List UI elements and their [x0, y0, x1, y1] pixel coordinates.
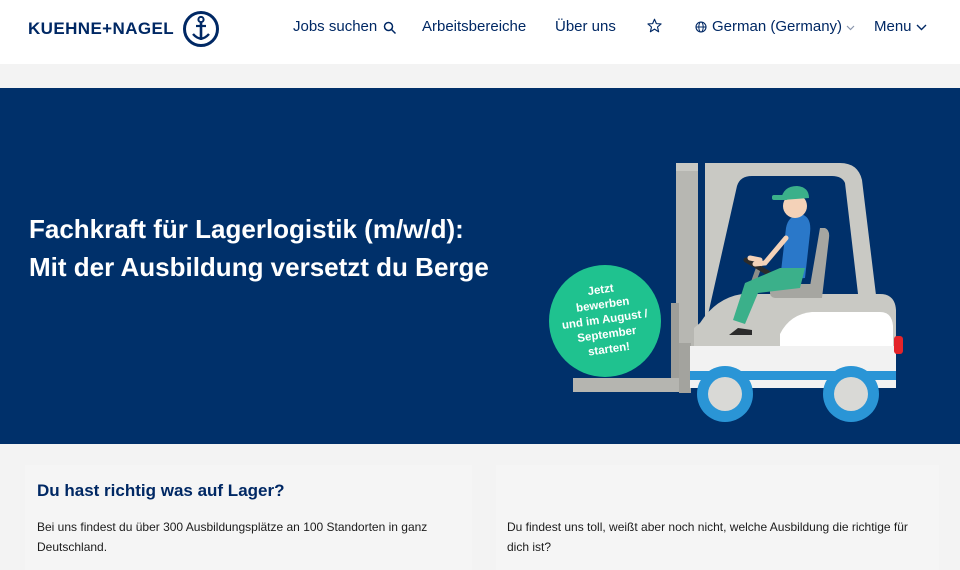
logo-text: KUEHNE+NAGEL [28, 19, 175, 38]
forklift-illustration: Jetzt bewerben und im August / September… [549, 163, 903, 422]
logo[interactable]: KUEHNE+NAGEL [28, 9, 220, 49]
chevron-down-icon [846, 25, 855, 30]
card-text-line-1: Bei uns findest du über 300 Ausbildungsp… [37, 520, 428, 534]
nav-jobs-label: Jobs suchen [293, 18, 378, 35]
nav-arbeitsbereiche[interactable]: Arbeitsbereiche [422, 18, 526, 35]
card-title: Du hast richtig was auf Lager? [37, 481, 285, 500]
anchor-logo-icon [183, 11, 220, 47]
search-icon [383, 21, 397, 34]
card-text: Bei uns findest du über 300 Ausbildungsp… [37, 517, 427, 557]
language-label: German (Germany) [712, 18, 843, 35]
hero-banner: Fachkraft für Lagerlogistik (m/w/d): Mit… [0, 88, 960, 444]
info-card-lager: Du hast richtig was auf Lager? Bei uns f… [25, 465, 472, 570]
globe-icon [695, 20, 707, 33]
language-selector[interactable]: German (Germany) [695, 18, 855, 35]
menu-button[interactable]: Menu [874, 18, 927, 35]
star-icon [647, 18, 662, 33]
menu-label: Menu [874, 18, 912, 35]
chevron-down-icon [916, 24, 927, 31]
nav-about-label: Über uns [555, 18, 616, 35]
site-header: KUEHNE+NAGEL Jobs suchen Arbeitsbereiche… [0, 0, 960, 64]
nav-jobs-search[interactable]: Jobs suchen [293, 18, 397, 35]
card-text: Du findest uns toll, weißt aber noch nic… [507, 517, 908, 557]
card-text-line-2: dich ist? [507, 540, 552, 554]
header-spacer [0, 64, 960, 88]
favorites-button[interactable] [647, 18, 662, 33]
nav-ueber-uns[interactable]: Über uns [555, 18, 616, 35]
card-text-line-2: Deutschland. [37, 540, 108, 554]
info-card-ausbildung: Du findest uns toll, weißt aber noch nic… [496, 465, 939, 570]
card-text-line-1: Du findest uns toll, weißt aber noch nic… [507, 520, 908, 534]
apply-now-badge[interactable]: Jetzt bewerben und im August / September… [549, 265, 661, 377]
nav-areas-label: Arbeitsbereiche [422, 18, 527, 35]
